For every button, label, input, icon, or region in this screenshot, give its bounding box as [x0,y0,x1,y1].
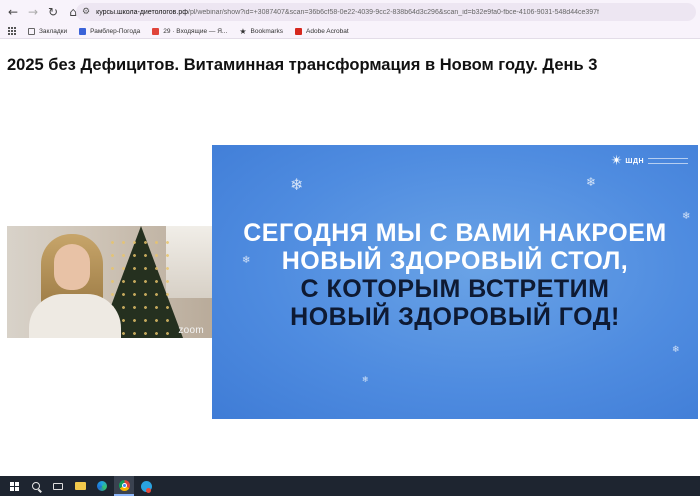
presenter-face [54,244,90,290]
tv-icon [53,482,63,490]
slide-logo: ✴ ШДН [611,153,688,169]
presentation-slide[interactable]: ❄ ❄ ❄ ❄ ❄ ❄ ✴ ШДН СЕГОДНЯ МЫ С ВАМИ НАКР… [212,145,698,419]
snowflake-icon: ❄ [362,375,369,384]
bookmarks-bar: Закладки Рамблер-Погода 29 · Входящие — … [0,24,700,39]
bookmark-bookmarks[interactable]: ★ Bookmarks [239,26,284,36]
reload-button[interactable]: ↻ [44,3,62,21]
bookmark-label: Bookmarks [250,27,284,35]
search-icon [32,482,40,490]
taskbar-widgets-button[interactable] [48,476,68,496]
browser-toolbar: ← → ↻ ⌂ ⚙ курсы.школа-диетологов.рф/pl/w… [0,0,700,24]
taskbar-edge-button[interactable] [92,476,112,496]
snowflake-icon: ❄ [672,345,680,355]
zoom-watermark: zoom [178,325,204,336]
logo-tagline-lines [648,158,688,164]
bookmark-zakladki[interactable]: Закладки [28,27,68,35]
taskbar-telegram-button[interactable] [136,476,156,496]
url-host: курсы.школа-диетологов.рф [96,8,189,16]
snowflake-icon: ❄ [586,175,597,189]
star-icon: ★ [239,26,247,36]
url-text[interactable]: курсы.школа-диетологов.рф/pl/webinar/sho… [96,9,599,16]
bookmark-label: Рамблер-Погода [90,27,141,35]
bookmark-inbox[interactable]: 29 · Входящие — Я... [152,27,228,35]
logo-text: ШДН [625,157,644,165]
bookmark-acrobat[interactable]: Adobe Acrobat [295,27,349,35]
chrome-icon [118,479,130,491]
back-button[interactable]: ← [4,3,22,21]
bookmark-label: 29 · Входящие — Я... [163,27,228,35]
taskbar-search-button[interactable] [26,476,46,496]
slide-line-3: С КОТОРЫМ ВСТРЕТИМ [300,275,610,303]
mail-icon [152,27,160,35]
reload-icon: ↻ [47,5,59,19]
start-button[interactable] [4,476,24,496]
url-path: /pl/webinar/show?id=+3087407&scan=36b6cf… [188,8,600,16]
folder-icon [74,482,86,490]
windows-logo-icon [9,481,19,491]
telegram-icon [140,480,152,493]
forward-button[interactable]: → [24,3,42,21]
taskbar [0,476,700,496]
back-arrow-icon: ← [7,5,19,19]
acrobat-icon [295,27,303,35]
folder-icon [28,27,35,35]
edge-icon [97,481,107,491]
address-bar[interactable]: ⚙ курсы.школа-диетологов.рф/pl/webinar/s… [76,3,696,21]
slide-line-1: СЕГОДНЯ МЫ С ВАМИ НАКРОЕМ [243,219,667,247]
taskbar-explorer-button[interactable] [70,476,90,496]
taskbar-chrome-button[interactable] [114,476,134,496]
apps-grid-icon[interactable] [8,27,16,35]
bookmark-label: Закладки [39,27,68,35]
presenter-body [29,294,121,338]
slide-line-4: НОВЫЙ ЗДОРОВЫЙ ГОД! [290,303,620,331]
forward-arrow-icon: → [27,5,39,19]
logo-star-icon: ✴ [610,153,623,169]
bookmark-rambler[interactable]: Рамблер-Погода [79,27,141,35]
bookmark-label: Adobe Acrobat [306,27,349,35]
snowflake-icon: ❄ [290,175,304,194]
site-info-icon[interactable]: ⚙ [82,7,90,17]
slide-line-2: НОВЫЙ ЗДОРОВЫЙ СТОЛ, [281,247,629,275]
webcam-video[interactable]: zoom [7,226,212,338]
page-title: 2025 без Дефицитов. Витаминная трансформ… [7,56,598,74]
rambler-icon [79,27,87,35]
